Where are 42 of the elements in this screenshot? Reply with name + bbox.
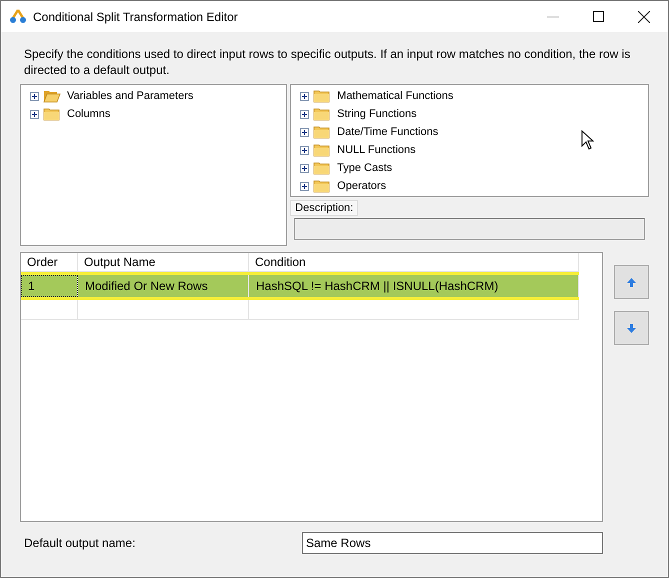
- table-cell: 1: [21, 275, 78, 297]
- maximize-icon[interactable]: [593, 11, 604, 22]
- tree-item[interactable]: Operators: [337, 180, 386, 192]
- description-label: Description:: [290, 200, 358, 216]
- expand-icon[interactable]: [300, 128, 310, 136]
- table-cell: HashSQL != HashCRM || ISNULL(HashCRM): [249, 275, 579, 297]
- tree-item[interactable]: Type Casts: [337, 162, 392, 174]
- tree-item[interactable]: Date/Time Functions: [337, 126, 438, 138]
- up-arrow-icon: [627, 278, 636, 286]
- expand-icon[interactable]: [300, 164, 310, 172]
- expand-icon[interactable]: [300, 110, 310, 118]
- close-icon[interactable]: [638, 10, 650, 22]
- folder-icon: [313, 179, 332, 193]
- expand-icon[interactable]: [300, 92, 310, 100]
- tree-item[interactable]: Columns: [67, 108, 110, 120]
- table-row[interactable]: 1 Modified Or New Rows HashSQL != HashCRM || ISNULL(HashCRM): [21, 272, 579, 300]
- empty-cell[interactable]: [78, 300, 249, 320]
- empty-cell[interactable]: [21, 300, 78, 320]
- folder-icon: [313, 125, 332, 139]
- tree-item[interactable]: Mathematical Functions: [337, 90, 454, 102]
- down-arrow-icon: [627, 324, 636, 332]
- move-up-button[interactable]: [614, 265, 649, 299]
- folder-icon: [313, 89, 332, 103]
- tree-item[interactable]: Variables and Parameters: [67, 90, 194, 102]
- move-down-button[interactable]: [614, 311, 649, 345]
- tree-item[interactable]: NULL Functions: [337, 144, 416, 156]
- tree-item[interactable]: String Functions: [337, 108, 417, 120]
- table-cell: Modified Or New Rows: [78, 275, 249, 297]
- empty-cell[interactable]: [249, 300, 579, 320]
- expand-icon[interactable]: [30, 92, 39, 100]
- folder-icon: [313, 107, 332, 121]
- expand-icon[interactable]: [300, 146, 310, 154]
- mouse-cursor-icon: [581, 130, 594, 150]
- expand-icon[interactable]: [300, 182, 310, 190]
- instructions-text: Specify the conditions used to direct input rows to specific outputs. If an input row matches no condition, the row is directed to a default output.: [24, 46, 632, 78]
- window-title: Conditional Split Transformation Editor: [33, 10, 238, 24]
- expand-icon[interactable]: [30, 110, 39, 118]
- folder-icon: [313, 143, 332, 157]
- app-icon: [10, 8, 26, 24]
- folder-icon: [313, 161, 332, 175]
- default-output-field[interactable]: Same Rows: [302, 532, 603, 554]
- default-output-label: Default output name:: [23, 536, 136, 550]
